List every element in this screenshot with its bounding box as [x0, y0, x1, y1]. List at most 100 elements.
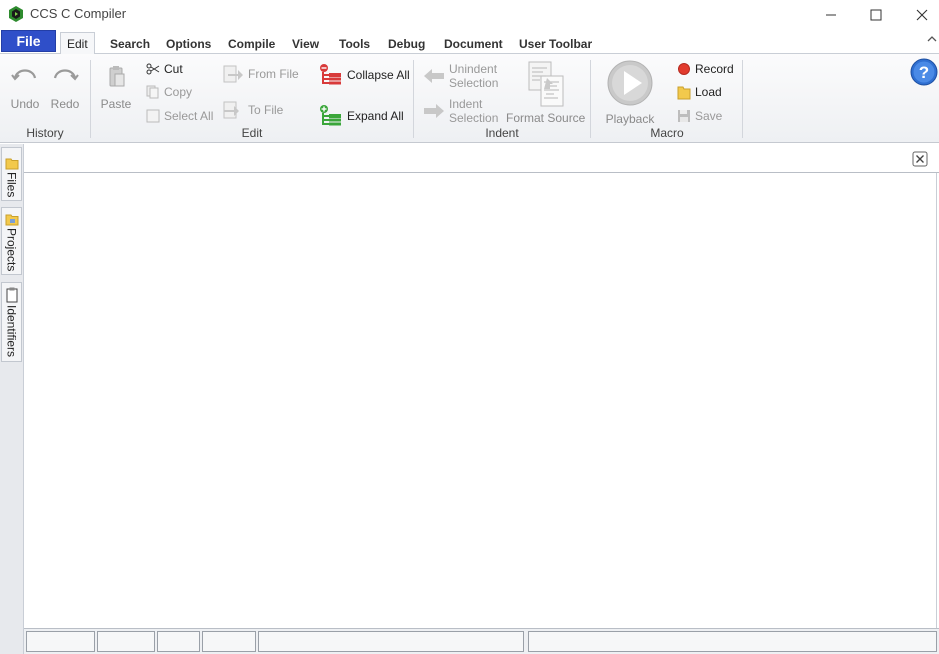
load-label: Load	[695, 85, 722, 99]
dock-projects-label: Projects	[4, 228, 19, 272]
file-tab[interactable]: File	[1, 30, 56, 52]
format-source-icon	[528, 61, 564, 107]
window-title: CCS C Compiler	[30, 6, 127, 21]
status-cell	[528, 631, 937, 652]
dock-identifiers-label: Identifiers	[4, 305, 19, 358]
close-document-icon[interactable]	[912, 151, 928, 167]
dock-tab-files[interactable]: Files	[1, 147, 22, 201]
redo-label: Redo	[50, 97, 80, 111]
divider	[742, 60, 743, 138]
undo-icon	[11, 69, 37, 81]
divider	[590, 60, 591, 138]
collapse-all-label: Collapse All	[347, 68, 410, 82]
select-all-icon	[146, 109, 160, 123]
macro-group-label: Macro	[650, 126, 684, 140]
editor-body[interactable]	[24, 173, 937, 628]
format-source-label: Format Source	[506, 111, 586, 125]
format-source-button[interactable]: Format Source	[506, 60, 586, 125]
tab-edit[interactable]: Edit	[60, 32, 95, 55]
title-bar: CCS C Compiler	[0, 0, 939, 29]
editor-area[interactable]	[24, 144, 939, 628]
project-icon	[5, 214, 18, 226]
ribbon-tab-bar: File Edit Search Options Compile View To…	[0, 29, 939, 55]
redo-icon	[53, 69, 79, 81]
paste-button[interactable]: Paste	[99, 64, 133, 111]
minimize-icon	[826, 14, 836, 15]
tab-user-toolbar[interactable]: User Toolbar	[519, 33, 592, 54]
tab-options[interactable]: Options	[166, 33, 211, 54]
to-file-button[interactable]: To File	[222, 101, 283, 119]
select-all-label: Select All	[164, 109, 214, 123]
tab-document[interactable]: Document	[444, 33, 503, 54]
right-arrow-icon	[424, 104, 444, 118]
copy-icon	[146, 85, 159, 99]
from-file-icon	[223, 65, 243, 83]
status-cell	[157, 631, 200, 652]
cut-button[interactable]: Cut	[146, 60, 183, 78]
left-arrow-icon	[424, 69, 444, 83]
clipboard-icon	[6, 287, 17, 303]
to-file-label: To File	[248, 103, 284, 117]
redo-button[interactable]: Redo	[48, 64, 82, 111]
editor-tab-strip	[24, 144, 939, 173]
ribbon-panel: Undo Redo History Paste Cut Copy Select …	[0, 54, 939, 143]
collapse-ribbon-icon[interactable]	[926, 33, 938, 45]
minimize-button[interactable]	[808, 0, 854, 29]
tab-compile[interactable]: Compile	[228, 33, 275, 54]
to-file-icon	[223, 101, 239, 119]
history-group-label: History	[26, 126, 64, 140]
unindent-label-line2: Selection	[449, 76, 499, 90]
playback-button[interactable]: Playback	[604, 59, 656, 126]
save-button[interactable]: Save	[677, 107, 722, 125]
copy-button[interactable]: Copy	[146, 83, 192, 101]
save-label: Save	[695, 109, 723, 123]
help-icon[interactable]: ?	[910, 58, 938, 86]
record-label: Record	[695, 62, 734, 76]
indent-selection-button[interactable]: Indent Selection	[423, 96, 498, 126]
indent-group-label: Indent	[485, 126, 519, 140]
record-button[interactable]: Record	[677, 60, 734, 78]
status-cell	[97, 631, 155, 652]
close-icon	[916, 9, 928, 20]
tab-tools[interactable]: Tools	[339, 33, 370, 54]
expand-all-icon	[320, 105, 341, 126]
indent-label-line1: Indent	[449, 97, 483, 111]
indent-label: Indent Selection	[449, 97, 498, 125]
record-icon	[678, 63, 690, 75]
expand-all-button[interactable]: Expand All	[319, 104, 404, 128]
tab-debug[interactable]: Debug	[388, 33, 425, 54]
dock-tab-identifiers[interactable]: Identifiers	[1, 282, 22, 362]
status-bar	[24, 628, 939, 654]
unindent-label: Unindent Selection	[449, 62, 498, 90]
dock-files-label: Files	[4, 172, 19, 198]
status-cell	[26, 631, 95, 652]
paste-icon	[109, 66, 125, 87]
maximize-button[interactable]	[853, 0, 899, 29]
dock-tab-projects[interactable]: Projects	[1, 207, 22, 275]
edit-group-label: Edit	[241, 126, 263, 140]
unindent-label-line1: Unindent	[449, 62, 498, 76]
tab-search[interactable]: Search	[110, 33, 150, 54]
folder-icon	[5, 158, 18, 170]
copy-label: Copy	[164, 85, 193, 99]
indent-label-line2: Selection	[449, 111, 499, 125]
tab-view[interactable]: View	[292, 33, 319, 54]
status-cell	[202, 631, 256, 652]
save-icon	[678, 110, 690, 122]
divider	[90, 60, 91, 138]
from-file-button[interactable]: From File	[222, 65, 299, 83]
ccs-app-icon	[9, 6, 23, 22]
scissors-icon	[146, 63, 160, 75]
close-window-button[interactable]	[899, 0, 939, 29]
from-file-label: From File	[248, 67, 299, 81]
expand-all-label: Expand All	[347, 109, 404, 123]
status-cell	[258, 631, 524, 652]
playback-label: Playback	[605, 112, 655, 126]
undo-button[interactable]: Undo	[8, 64, 42, 111]
unindent-selection-button[interactable]: Unindent Selection	[423, 61, 498, 91]
load-button[interactable]: Load	[677, 83, 722, 101]
paste-label: Paste	[100, 97, 132, 111]
select-all-button[interactable]: Select All	[146, 107, 213, 125]
collapse-all-icon	[320, 64, 341, 85]
collapse-all-button[interactable]: Collapse All	[319, 63, 410, 87]
